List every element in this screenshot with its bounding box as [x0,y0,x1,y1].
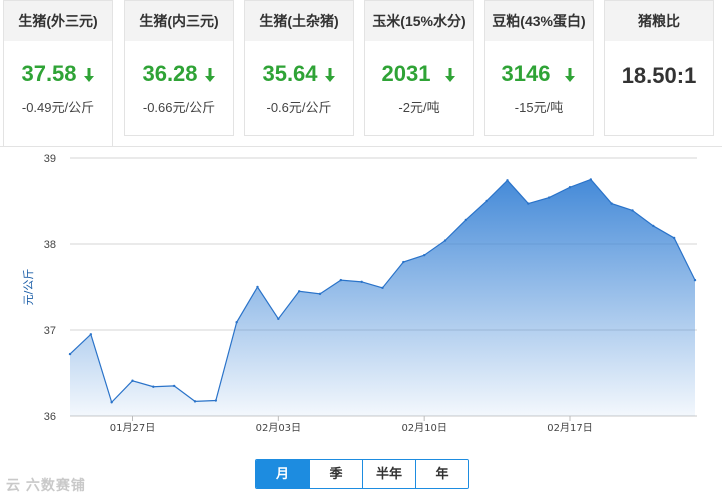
price-value: 35.64 [262,61,318,86]
range-tab-quarter[interactable]: 季 [309,460,362,488]
y-tick-label: 39 [44,153,56,165]
arrow-down-icon [204,63,216,89]
card-title: 猪粮比 [605,1,713,41]
watermark: 云 六数赛铺 [6,477,86,493]
price-cards: 生猪(外三元) 37.58 -0.49元/公斤 生猪(内三元) 36.28 -0… [0,0,722,146]
data-point [297,290,301,293]
card-price: 36.28 [125,61,233,89]
price-area-fill [70,179,695,416]
card-price: 3146 [485,61,593,89]
range-tabs: 月 季 半年 年 [255,459,469,489]
data-point [110,401,113,404]
data-point [193,400,197,403]
data-point [443,239,447,242]
data-point [381,286,384,290]
y-tick-label: 38 [44,239,56,251]
price-card-pig-grain-ratio[interactable]: 猪粮比 18.50:1 [604,0,714,136]
data-point [277,317,280,321]
data-point [172,384,176,388]
arrow-down-icon [444,63,456,89]
price-card-corn[interactable]: 玉米(15%水分) 2031 -2元/吨 [364,0,474,136]
price-area-chart[interactable]: 36 37 38 39 元/公斤 01月27日 02月03日 02月10日 02月17日 [0,147,722,487]
data-point [402,260,405,264]
price-value: 37.58 [21,61,77,86]
data-point [568,186,572,189]
price-change: -0.66元/公斤 [142,100,216,115]
price-card-pig-outer[interactable]: 生猪(外三元) 37.58 -0.49元/公斤 [3,0,113,146]
data-point [214,399,218,402]
data-point [506,179,509,182]
range-tab-year[interactable]: 年 [415,460,468,488]
price-change: -0.6元/公斤 [266,100,332,115]
y-tick-label: 37 [44,325,56,337]
price-change: -2元/吨 [398,100,440,115]
price-change: -0.49元/公斤 [21,100,95,115]
price-card-pig-local[interactable]: 生猪(土杂猪) 35.64 -0.6元/公斤 [244,0,354,136]
data-point [131,379,134,382]
data-point [589,178,593,181]
price-value: 2031 [381,61,431,86]
data-point [256,285,259,289]
arrow-down-icon [83,63,95,89]
data-point [235,321,238,324]
data-point [152,385,155,388]
data-point [68,352,72,356]
data-point [89,333,93,336]
price-value: 3146 [501,61,551,86]
y-tick-label: 36 [44,411,56,423]
x-tick-label: 02月17日 [547,422,592,434]
card-title: 玉米(15%水分) [365,1,473,41]
arrow-down-icon [564,63,576,89]
ratio-value: 18.50:1 [621,63,697,88]
price-value: 36.28 [142,61,198,86]
data-point [672,236,676,240]
data-point [547,196,551,199]
price-change: -15元/吨 [514,100,564,115]
card-title: 生猪(外三元) [4,1,112,41]
data-point [631,209,634,212]
data-point [527,202,530,205]
data-point [339,278,343,282]
data-point [464,218,468,222]
data-point [485,199,488,203]
data-point [652,224,655,228]
data-point [610,202,613,205]
x-tick-label: 02月10日 [401,422,446,434]
arrow-down-icon [324,63,336,89]
range-tab-month[interactable]: 月 [256,460,309,488]
x-tick-label: 02月03日 [256,422,301,434]
x-tick-label: 01月27日 [110,422,155,434]
range-tab-half-year[interactable]: 半年 [362,460,415,488]
price-card-soymeal[interactable]: 豆粕(43%蛋白) 3146 -15元/吨 [484,0,594,136]
data-point [422,253,426,257]
card-title: 豆粕(43%蛋白) [485,1,593,41]
card-price: 35.64 [245,61,353,89]
card-title: 生猪(内三元) [125,1,233,41]
price-chart-panel: 36 37 38 39 元/公斤 01月27日 02月03日 02月10日 02月17日 [0,146,722,496]
price-card-pig-inner[interactable]: 生猪(内三元) 36.28 -0.66元/公斤 [124,0,234,136]
data-point [693,278,697,282]
card-title: 生猪(土杂猪) [245,1,353,41]
data-point [318,292,322,296]
data-point [360,280,363,284]
card-price: 2031 [365,61,473,89]
card-price: 37.58 [4,61,112,89]
y-axis-label: 元/公斤 [22,269,35,306]
